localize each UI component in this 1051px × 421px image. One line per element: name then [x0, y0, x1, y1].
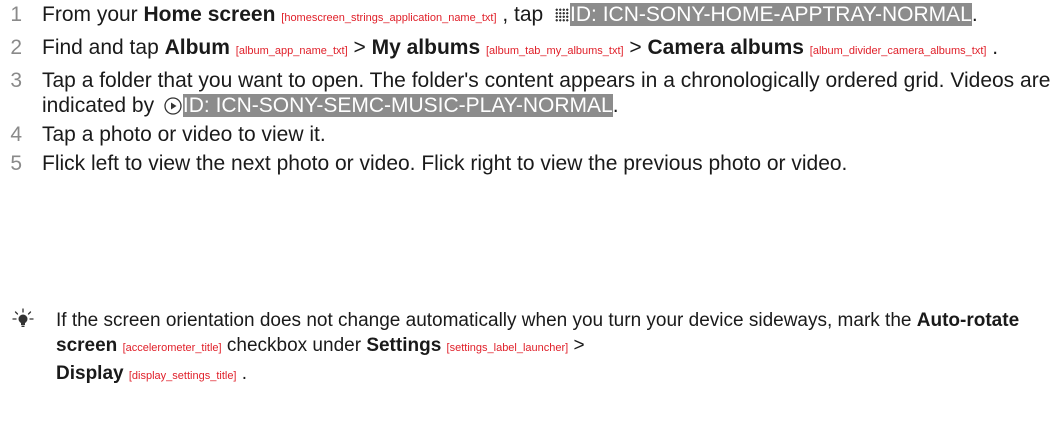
tip-text: If the screen orientation does not chang… [56, 310, 917, 331]
step-number: 5 [10, 152, 22, 175]
step-number: 1 [10, 3, 22, 26]
tip-text: checkbox under [221, 335, 367, 356]
step-5: 5 Flick left to view the next photo or v… [0, 151, 1051, 176]
icon-id-placeholder: ID: ICN-SONY-SEMC-MUSIC-PLAY-NORMAL [182, 94, 613, 117]
step-number: 3 [10, 69, 22, 92]
icon-id-placeholder: ID: ICN-SONY-HOME-APPTRAY-NORMAL [570, 3, 972, 26]
string-id-tag: [accelerometer_title] [122, 342, 222, 354]
step-text: . [612, 94, 619, 117]
separator: > [347, 36, 372, 59]
step-3: 3 Tap a folder that you want to open. Th… [0, 68, 1051, 118]
string-id-tag: [settings_label_launcher] [446, 342, 569, 354]
album-label: Album [164, 36, 230, 59]
step-text: Find and tap [42, 36, 165, 59]
string-id-tag: [album_divider_camera_albums_txt] [809, 45, 987, 57]
step-4: 4 Tap a photo or video to view it. [0, 122, 1051, 147]
lightbulb-icon [12, 308, 34, 327]
string-id-tag: [display_settings_title] [128, 370, 237, 382]
step-text: . [986, 36, 999, 59]
step-text: , tap [496, 3, 550, 26]
settings-label: Settings [366, 335, 442, 356]
separator: > [623, 36, 648, 59]
play-icon [164, 97, 182, 115]
separator: > [568, 335, 585, 356]
steps-list: 1 From your Home screen [homescreen_stri… [0, 2, 1051, 180]
step-number: 2 [10, 36, 22, 59]
step-text: Flick left to view the next photo or vid… [42, 152, 848, 175]
display-label: Display [56, 363, 124, 384]
tip-note: If the screen orientation does not chang… [0, 308, 1051, 389]
step-2: 2 Find and tap Album [album_app_name_txt… [0, 35, 1051, 64]
camera-albums-label: Camera albums [647, 36, 804, 59]
string-id-tag: [album_app_name_txt] [235, 45, 348, 57]
step-text: . [971, 3, 978, 26]
tip-text: . [236, 363, 248, 384]
string-id-tag: [homescreen_strings_application_name_txt… [281, 12, 497, 24]
home-screen-label: Home screen [143, 3, 276, 26]
step-1: 1 From your Home screen [homescreen_stri… [0, 2, 1051, 31]
my-albums-label: My albums [371, 36, 481, 59]
string-id-tag: [album_tab_my_albums_txt] [486, 45, 624, 57]
step-text: Tap a photo or video to view it. [42, 123, 326, 146]
step-number: 4 [10, 123, 22, 146]
step-text: From your [42, 3, 144, 26]
app-tray-icon [555, 8, 570, 22]
